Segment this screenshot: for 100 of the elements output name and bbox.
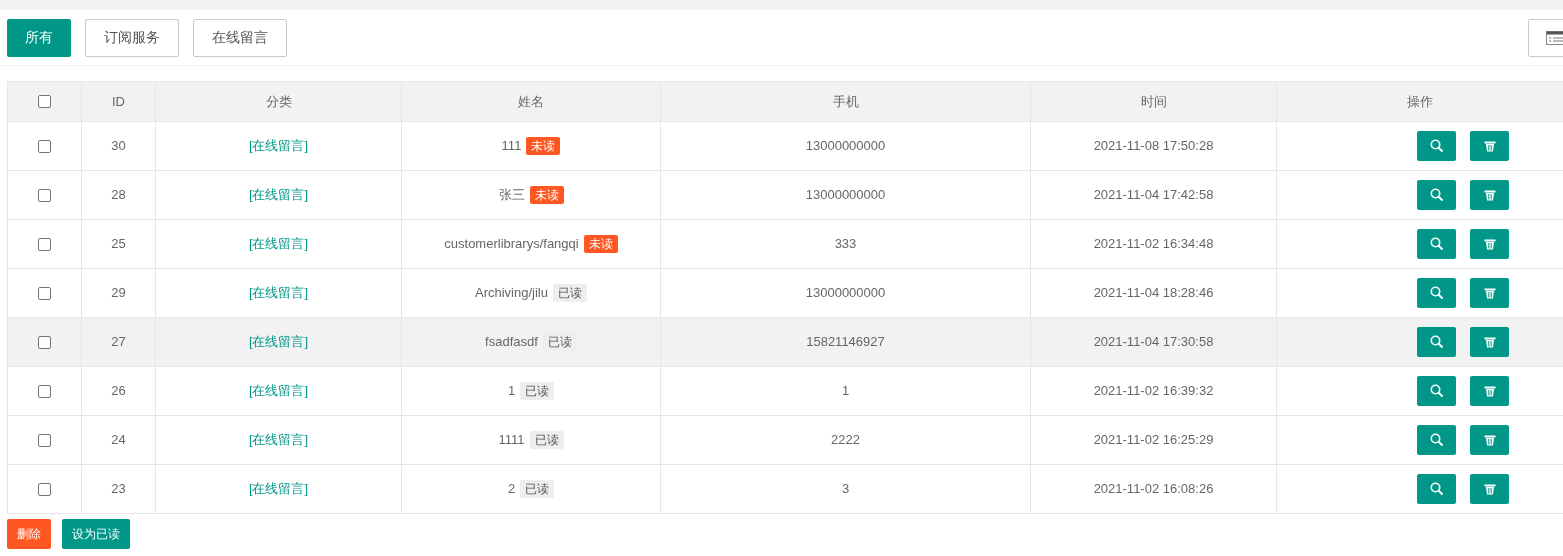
checkbox[interactable] [38, 237, 51, 251]
table-cell-text: 26 [111, 382, 126, 401]
table-cell-text: 27 [111, 333, 126, 352]
delete-button[interactable] [1470, 229, 1509, 259]
trash-icon [1483, 434, 1496, 446]
table-cell-text: 29 [111, 284, 126, 303]
filter-button[interactable]: 在线留言 [193, 18, 287, 57]
column-header: 手机 [832, 92, 859, 111]
filter-button[interactable]: 订阅服务 [85, 18, 179, 57]
view-button[interactable] [1417, 278, 1456, 308]
table-cell-text: Archiving/jilu [475, 284, 548, 303]
table-cell-text: 2021-11-02 16:34:48 [1093, 235, 1214, 254]
column-header: 姓名 [518, 92, 544, 111]
view-button[interactable] [1417, 180, 1456, 210]
delete-button[interactable] [1470, 131, 1509, 161]
table-cell-text: 2 [507, 480, 516, 499]
search-icon [1429, 139, 1444, 153]
trash-icon [1483, 483, 1496, 495]
trash-icon [1483, 336, 1496, 348]
category-link[interactable]: [在线留言] [248, 430, 309, 450]
status-badge: 未读 [583, 235, 618, 253]
search-icon [1429, 482, 1444, 496]
category-link[interactable]: [在线留言] [248, 283, 309, 303]
category-link[interactable]: [在线留言] [248, 479, 309, 499]
table-cell-text: 13000000000 [805, 137, 886, 156]
table-cell-text: 2021-11-04 18:28:46 [1093, 284, 1214, 303]
table-cell-text: 1 [841, 382, 850, 401]
table-cell-text: 333 [834, 235, 857, 254]
delete-button[interactable] [1470, 180, 1509, 210]
filter-button[interactable]: 所有 [7, 18, 71, 57]
checkbox[interactable] [38, 286, 51, 300]
view-button[interactable] [1417, 327, 1456, 357]
status-badge: 已读 [529, 431, 564, 449]
status-badge: 未读 [526, 137, 561, 155]
status-badge: 已读 [553, 284, 587, 302]
category-link[interactable]: [在线留言] [248, 234, 309, 254]
table-cell-text: 2021-11-02 16:08:26 [1093, 480, 1214, 499]
delete-button[interactable] [1470, 278, 1509, 308]
checkbox[interactable] [38, 433, 51, 447]
view-button[interactable] [1417, 229, 1456, 259]
table-cell-text: 张三 [498, 186, 525, 205]
column-header: 分类 [265, 92, 292, 111]
table-cell-text: 2021-11-08 17:50:28 [1093, 137, 1214, 156]
table-cell-text: fsadfasdf [485, 333, 538, 352]
delete-button[interactable] [1470, 376, 1509, 406]
status-badge: 已读 [520, 382, 555, 400]
checkbox[interactable] [38, 482, 51, 496]
delete-button[interactable] [1470, 327, 1509, 357]
table-cell-text: 2021-11-02 16:25:29 [1093, 431, 1214, 450]
trash-icon [1483, 287, 1496, 299]
table-cell-text: 23 [111, 480, 126, 499]
trash-icon [1483, 385, 1496, 397]
table-cell-text: 13000000000 [805, 186, 886, 205]
table-icon [1546, 30, 1563, 46]
table-cell-text: 28 [111, 186, 126, 205]
table-cell-text: 30 [111, 137, 126, 156]
table-cell-text: customerlibrarys/fangqi [444, 235, 579, 254]
view-button[interactable] [1417, 425, 1456, 455]
checkbox[interactable] [38, 335, 51, 349]
status-badge: 已读 [520, 480, 555, 498]
table-cell-text: 25 [111, 235, 126, 254]
delete-button[interactable] [1470, 474, 1509, 504]
status-badge: 未读 [529, 186, 564, 204]
view-button[interactable] [1417, 131, 1456, 161]
view-button[interactable] [1417, 474, 1456, 504]
table-cell-text: 1111 [498, 431, 525, 450]
search-icon [1429, 384, 1444, 398]
search-icon [1429, 286, 1444, 300]
table-cell-text: 2021-11-04 17:30:58 [1093, 333, 1214, 352]
table-cell-text: 3 [841, 480, 850, 499]
column-settings-button[interactable] [1528, 19, 1563, 57]
search-icon [1429, 237, 1444, 251]
view-button[interactable] [1417, 376, 1456, 406]
checkbox[interactable] [38, 384, 51, 398]
table-cell-text: 111 [501, 137, 522, 156]
table-cell-text: 2021-11-04 17:42:58 [1093, 186, 1214, 205]
checkbox[interactable] [38, 139, 51, 153]
trash-icon [1483, 238, 1496, 250]
delete-selected-button[interactable]: 删除 [7, 519, 51, 549]
mark-read-button[interactable]: 设为已读 [62, 519, 130, 549]
column-header: 时间 [1140, 92, 1167, 111]
table-cell-text: 1 [507, 382, 516, 401]
trash-icon [1483, 189, 1496, 201]
column-header: 操作 [1407, 92, 1433, 111]
checkbox[interactable] [38, 95, 51, 108]
delete-button[interactable] [1470, 425, 1509, 455]
column-header: ID [112, 92, 125, 111]
category-link[interactable]: [在线留言] [248, 185, 309, 205]
category-link[interactable]: [在线留言] [248, 332, 309, 352]
category-link[interactable]: [在线留言] [248, 381, 309, 401]
search-icon [1429, 188, 1444, 202]
checkbox[interactable] [38, 188, 51, 202]
search-icon [1429, 335, 1444, 349]
status-badge: 已读 [542, 333, 577, 351]
search-icon [1429, 433, 1444, 447]
table-cell-text: 2021-11-02 16:39:32 [1093, 382, 1214, 401]
table-cell-text: 13000000000 [805, 284, 886, 303]
trash-icon [1483, 140, 1496, 152]
category-link[interactable]: [在线留言] [248, 136, 309, 156]
table-cell-text: 2222 [831, 431, 860, 450]
